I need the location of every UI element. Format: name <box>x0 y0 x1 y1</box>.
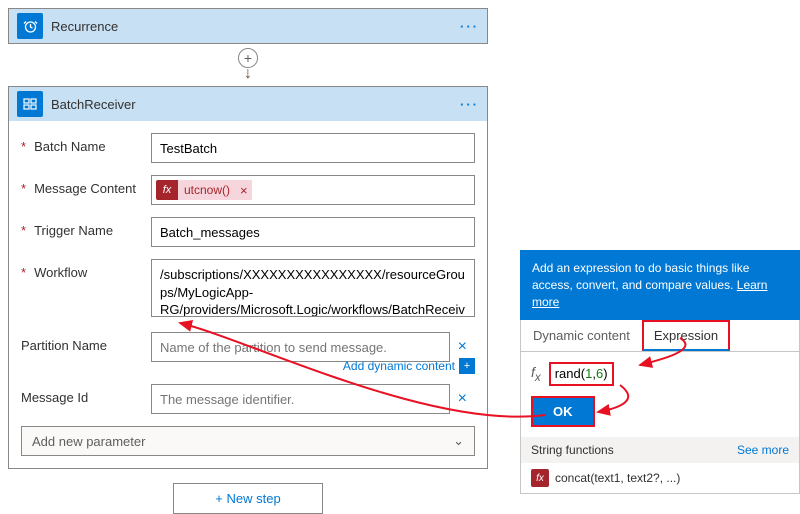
recurrence-menu-button[interactable]: ··· <box>460 19 479 34</box>
clear-partition-button[interactable]: × <box>450 338 475 356</box>
function-concat[interactable]: fx concat(text1, text2?, ...) <box>521 463 799 493</box>
input-batch-name[interactable] <box>151 133 475 163</box>
expression-input[interactable]: rand(1,6) <box>549 362 614 386</box>
label-message-content: Message Content <box>21 175 151 196</box>
token-remove-button[interactable]: × <box>236 180 252 200</box>
tip-bar: Add an expression to do basic things lik… <box>520 250 800 320</box>
tab-expression[interactable]: Expression <box>642 320 730 351</box>
connector: + ↓ <box>8 48 488 82</box>
clock-icon <box>17 13 43 39</box>
input-trigger-name[interactable] <box>151 217 475 247</box>
clear-message-id-button[interactable]: × <box>450 390 475 408</box>
expression-picker-panel: Add an expression to do basic things lik… <box>520 250 800 494</box>
plus-icon: + <box>459 358 475 374</box>
label-message-id: Message Id <box>21 384 151 405</box>
label-batch-name: Batch Name <box>21 133 151 154</box>
new-step-button[interactable]: + New step <box>173 483 323 514</box>
see-more-link[interactable]: See more <box>737 443 789 457</box>
input-message-id[interactable] <box>151 384 450 414</box>
input-message-content[interactable]: fx utcnow() × <box>151 175 475 205</box>
fx-label-icon: fx <box>531 364 541 384</box>
section-string-functions: String functions See more <box>521 437 799 463</box>
batch-title: BatchReceiver <box>51 97 460 112</box>
batch-header[interactable]: BatchReceiver ··· <box>9 87 487 121</box>
batch-icon <box>17 91 43 117</box>
label-workflow: Workflow <box>21 259 151 280</box>
input-partition-name[interactable] <box>151 332 450 362</box>
recurrence-card: Recurrence ··· <box>8 8 488 44</box>
arrow-down-icon: ↓ <box>244 66 252 82</box>
batch-menu-button[interactable]: ··· <box>460 97 479 112</box>
chevron-down-icon: ⌄ <box>453 433 464 449</box>
recurrence-title: Recurrence <box>51 19 460 34</box>
label-partition-name: Partition Name <box>21 332 151 353</box>
fx-icon: fx <box>531 469 549 487</box>
fx-icon: fx <box>156 180 178 200</box>
ok-button[interactable]: OK <box>531 396 595 427</box>
tab-dynamic-content[interactable]: Dynamic content <box>521 320 642 351</box>
token-utcnow: utcnow() <box>178 180 236 200</box>
recurrence-header[interactable]: Recurrence ··· <box>9 9 487 43</box>
input-workflow[interactable]: /subscriptions/XXXXXXXXXXXXXXXX/resource… <box>151 259 475 317</box>
batch-card: BatchReceiver ··· Batch Name Message Con… <box>8 86 488 469</box>
add-parameter-dropdown[interactable]: Add new parameter ⌄ <box>21 426 475 456</box>
label-trigger-name: Trigger Name <box>21 217 151 238</box>
